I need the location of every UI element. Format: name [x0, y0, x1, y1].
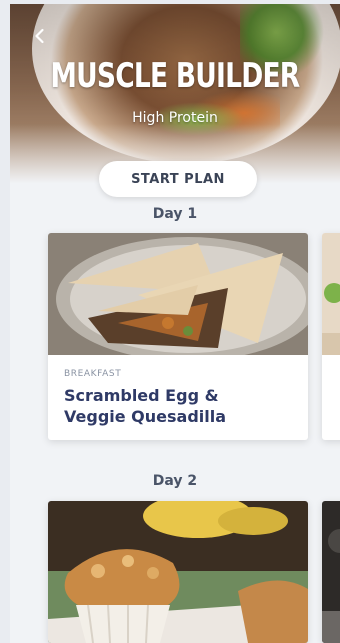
meal-name-line2: Veggie Quesadilla: [64, 407, 227, 426]
day-label: Day 2: [152, 473, 198, 489]
meal-image-muffin: [48, 501, 308, 643]
meal-image-next: [322, 501, 340, 643]
meal-card-next[interactable]: [322, 501, 340, 643]
chevron-left-icon: [35, 28, 44, 44]
meal-card[interactable]: [48, 501, 308, 643]
meal-image-quesadilla: [48, 233, 308, 355]
meal-plan-screen: MUSCLE BUILDER High Protein START PLAN D…: [10, 4, 340, 643]
meal-card[interactable]: BREAKFAST Scrambled Egg & Veggie Quesadi…: [48, 233, 308, 440]
meal-card-next[interactable]: [322, 233, 340, 440]
plan-title: MUSCLE BUILDER: [50, 56, 301, 96]
day-label: Day 1: [152, 206, 198, 222]
meal-type-label: BREAKFAST: [64, 369, 122, 379]
start-plan-button[interactable]: START PLAN: [99, 161, 257, 197]
back-button[interactable]: [28, 24, 52, 48]
plan-subtitle: High Protein: [132, 110, 218, 126]
meal-name-line1: Scrambled Egg &: [64, 386, 219, 405]
meal-image-next: [322, 233, 340, 355]
